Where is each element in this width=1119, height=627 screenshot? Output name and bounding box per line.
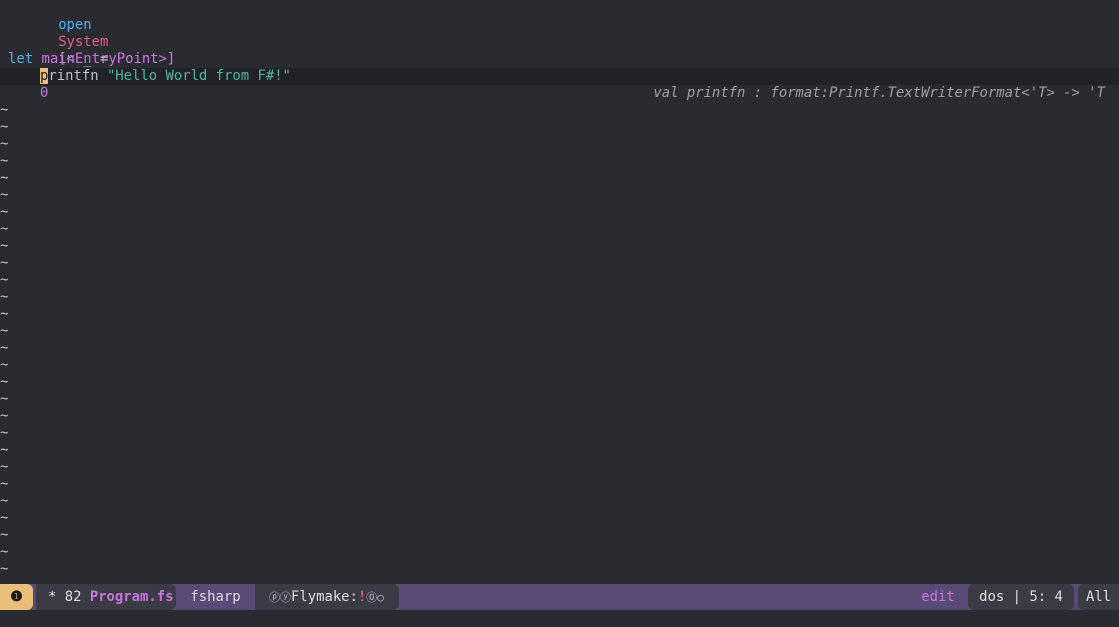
return-value: 0 <box>40 85 49 101</box>
printfn-rest: rintfn <box>48 68 99 84</box>
function-name-main: main <box>41 51 75 67</box>
code-line-2[interactable] <box>0 17 1119 34</box>
tilde-marker: ~ <box>0 323 9 339</box>
mode-line: ❶ * 82 Program.fs fsharp ⓟⓨFlymake:!⓪○ e… <box>0 584 1119 610</box>
tilde-marker: ~ <box>0 255 9 271</box>
tilde-marker: ~ <box>0 357 9 373</box>
tilde-marker: ~ <box>0 425 9 441</box>
scroll-position: All <box>1078 584 1119 610</box>
tilde-marker: ~ <box>0 561 9 577</box>
major-mode[interactable]: fsharp <box>180 584 251 610</box>
tilde-marker: ~ <box>0 408 9 424</box>
tilde-marker: ~ <box>0 510 9 526</box>
tilde-marker: ~ <box>0 221 9 237</box>
tilde-marker: ~ <box>0 476 9 492</box>
equals-operator: = <box>100 51 109 67</box>
flymake-prefix-icons: ⓟⓨ <box>269 591 291 604</box>
tilde-marker: ~ <box>0 527 9 543</box>
evil-state: edit <box>921 589 955 605</box>
tilde-marker: ~ <box>0 459 9 475</box>
code-line-5[interactable]: printfn "Hello World from F#!" <box>0 68 1119 85</box>
buffer-filename: Program.fs <box>89 589 174 605</box>
error-count-icon[interactable]: ❶ <box>0 584 33 610</box>
tilde-marker: ~ <box>0 374 9 390</box>
echo-area[interactable] <box>0 610 1119 627</box>
tilde-marker: ~ <box>0 119 9 135</box>
tilde-marker: ~ <box>0 442 9 458</box>
tilde-marker: ~ <box>0 153 9 169</box>
code-line-1[interactable]: open System <box>0 0 1119 50</box>
tilde-marker: ~ <box>0 238 9 254</box>
flymake-suffix-icons: ⓪○ <box>366 591 384 604</box>
code-line-6[interactable]: 0 val printfn : format:Printf.TextWriter… <box>0 85 1119 102</box>
tilde-marker: ~ <box>0 289 9 305</box>
code-line-4[interactable]: let main _ = <box>0 51 1119 68</box>
underscore-param: _ <box>83 51 92 67</box>
keyword-let: let <box>8 51 34 67</box>
string-literal: "Hello World from F#!" <box>106 68 291 84</box>
tilde-marker: ~ <box>0 136 9 152</box>
tilde-marker: ~ <box>0 493 9 509</box>
modified-size: * 82 <box>48 589 90 605</box>
tilde-marker: ~ <box>0 391 9 407</box>
encoding-position[interactable]: dos | 5: 4 <box>968 584 1074 610</box>
tilde-marker: ~ <box>0 306 9 322</box>
tilde-marker: ~ <box>0 340 9 356</box>
tilde-marker: ~ <box>0 272 9 288</box>
type-signature-hint: val printfn : format:Printf.TextWriterFo… <box>653 85 1105 101</box>
tilde-marker: ~ <box>0 170 9 186</box>
editor-buffer[interactable]: open System [<EntryPoint>] let main _ = … <box>0 0 1119 584</box>
tilde-marker: ~ <box>0 102 9 118</box>
code-line-3[interactable]: [<EntryPoint>] <box>0 34 1119 67</box>
buffer-info[interactable]: * 82 Program.fs <box>36 584 176 610</box>
tilde-marker: ~ <box>0 544 9 560</box>
tilde-marker: ~ <box>0 187 9 203</box>
flymake-status[interactable]: ⓟⓨFlymake:!⓪○ <box>255 584 399 610</box>
flymake-label: Flymake: <box>291 589 358 605</box>
tilde-marker: ~ <box>0 204 9 220</box>
